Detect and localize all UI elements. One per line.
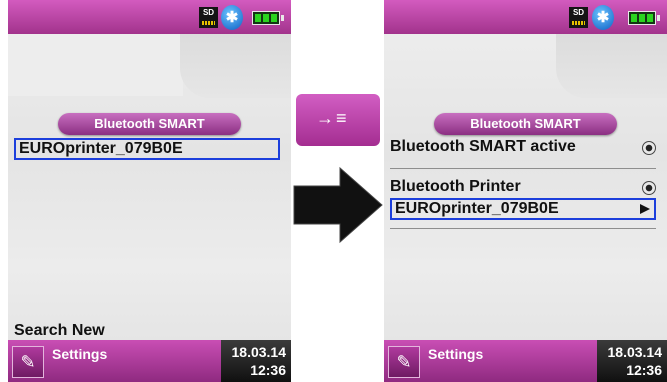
list-item-bluetooth-printer[interactable]: Bluetooth Printer xyxy=(390,178,656,198)
section-header: Bluetooth SMART xyxy=(58,113,241,135)
time-text: 12:36 xyxy=(250,362,286,378)
datetime-display: 18.03.14 12:36 xyxy=(221,340,291,382)
footer-label: Settings xyxy=(428,346,484,362)
bluetooth-icon: ✱ xyxy=(221,5,243,30)
item-label: Bluetooth SMART active xyxy=(390,138,576,155)
battery-icon xyxy=(628,11,660,25)
list-item-printer[interactable]: EUROprinter_079B0E xyxy=(390,198,656,220)
tab-panel-shape xyxy=(8,34,183,96)
wrench-icon[interactable]: ✎ xyxy=(12,346,44,378)
date-text: 18.03.14 xyxy=(231,344,287,360)
chevron-right-icon xyxy=(640,204,650,214)
right-arrow-icon xyxy=(293,166,383,244)
time-text: 12:36 xyxy=(626,362,662,378)
bluetooth-icon: ✱ xyxy=(592,5,614,30)
item-label: EUROprinter_079B0E xyxy=(395,200,559,217)
datetime-display: 18.03.14 12:36 xyxy=(597,340,667,382)
print-button[interactable]: →≡ xyxy=(296,94,380,146)
battery-icon xyxy=(252,11,284,25)
list-item-smart-active[interactable]: Bluetooth SMART active xyxy=(390,138,656,158)
search-new-button[interactable]: Search New xyxy=(14,322,280,340)
print-arrow-icon: →≡ xyxy=(316,108,349,128)
section-header: Bluetooth SMART xyxy=(434,113,617,135)
footer-label: Settings xyxy=(52,346,108,362)
device-screen-right: SD ✱ Bluetooth SMART Bluetooth SMART act… xyxy=(384,0,667,382)
date-text: 18.03.14 xyxy=(607,344,663,360)
tab-notch xyxy=(180,34,291,98)
radio-indicator[interactable] xyxy=(642,181,656,195)
list-item-printer[interactable]: EUROprinter_079B0E xyxy=(14,138,280,160)
wrench-icon[interactable]: ✎ xyxy=(388,346,420,378)
status-bar: SD ✱ xyxy=(8,0,291,34)
sd-card-icon: SD xyxy=(569,7,588,28)
footer-bar: ✎ Settings 18.03.14 12:36 xyxy=(8,340,291,382)
divider xyxy=(390,228,656,229)
radio-indicator[interactable] xyxy=(642,141,656,155)
tab-notch xyxy=(556,34,667,98)
device-screen-left: SD ✱ Bluetooth SMART EUROprinter_079B0E … xyxy=(8,0,291,382)
status-bar: SD ✱ xyxy=(384,0,667,34)
item-label: Bluetooth Printer xyxy=(390,178,521,195)
footer-bar: ✎ Settings 18.03.14 12:36 xyxy=(384,340,667,382)
divider xyxy=(390,168,656,169)
sd-card-icon: SD xyxy=(199,7,218,28)
